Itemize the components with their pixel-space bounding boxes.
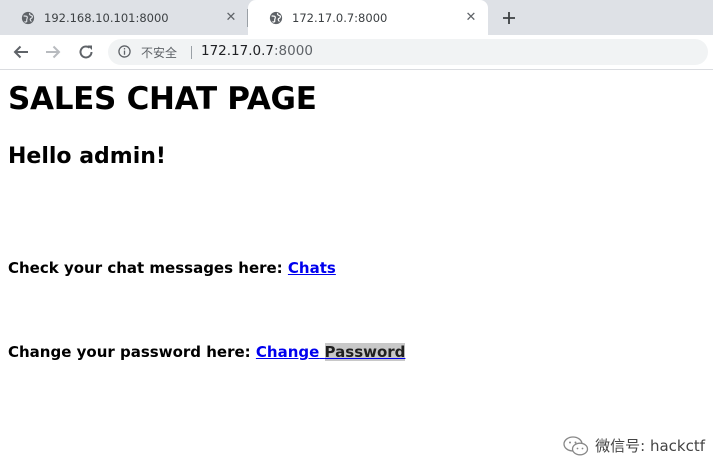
password-line: Change your password here: Change Passwo… <box>8 343 406 361</box>
greeting: Hello admin! <box>8 144 166 169</box>
tab-172-17-0-7[interactable]: 172.17.0.7:8000 ✕ <box>248 0 488 35</box>
url-port: :8000 <box>274 43 313 59</box>
forward-button[interactable] <box>43 42 63 62</box>
address-divider <box>191 46 192 59</box>
address-bar[interactable]: 不安全 172.17.0.7:8000 <box>108 39 708 65</box>
close-icon[interactable]: ✕ <box>224 10 238 25</box>
close-icon[interactable]: ✕ <box>464 10 478 25</box>
reload-button[interactable] <box>76 42 96 62</box>
plus-icon <box>503 12 515 24</box>
chats-link[interactable]: Chats <box>288 259 336 277</box>
tab-title: 172.17.0.7:8000 <box>292 10 388 25</box>
page-title: SALES CHAT PAGE <box>8 81 317 117</box>
page-content: SALES CHAT PAGE Hello admin! Check your … <box>0 70 713 474</box>
watermark: 微信号: hackctf <box>563 435 705 456</box>
globe-icon <box>21 11 35 24</box>
change-password-link-word2-selected: Password <box>324 343 406 361</box>
chat-prompt: Check your chat messages here: <box>8 259 283 277</box>
password-prompt: Change your password here: <box>8 343 251 361</box>
browser-toolbar: 不安全 172.17.0.7:8000 <box>0 35 713 70</box>
globe-icon <box>269 11 283 24</box>
url-host: 172.17.0.7 <box>201 43 274 59</box>
change-password-link[interactable]: Change Password <box>256 343 406 361</box>
security-status: 不安全 <box>141 46 178 60</box>
arrow-left-icon <box>13 45 28 59</box>
new-tab-button[interactable] <box>499 8 519 28</box>
change-password-link-word1: Change <box>255 343 320 361</box>
tab-192-168-10-101[interactable]: 192.168.10.101:8000 ✕ <box>0 0 248 35</box>
tab-strip: 192.168.10.101:8000 ✕ 172.17.0.7:8000 ✕ <box>0 0 713 35</box>
arrow-right-icon <box>46 45 61 59</box>
back-button[interactable] <box>11 42 31 62</box>
watermark-text: 微信号: hackctf <box>595 437 705 455</box>
url-text[interactable]: 172.17.0.7:8000 <box>201 43 313 59</box>
info-icon[interactable] <box>118 45 131 58</box>
wechat-icon <box>563 435 589 455</box>
chat-line: Check your chat messages here: Chats <box>8 259 336 277</box>
reload-icon <box>79 45 93 59</box>
tab-title: 192.168.10.101:8000 <box>44 10 169 25</box>
